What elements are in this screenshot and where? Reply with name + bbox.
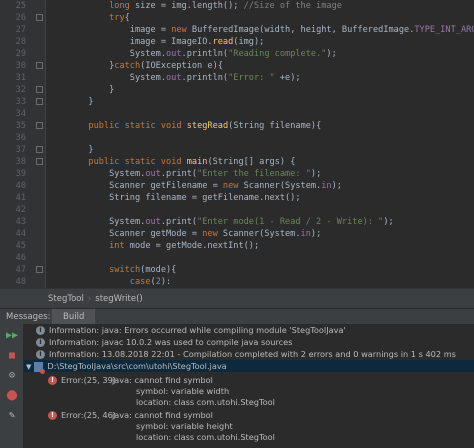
fold-marker-icon[interactable] <box>36 86 43 93</box>
error-icon: ! <box>48 376 57 385</box>
code-token: +e); <box>274 73 301 83</box>
expand-triangle-icon[interactable]: ▼ <box>26 361 31 373</box>
info-icon: i <box>36 338 45 347</box>
error-location: Error:(25, 46) <box>61 410 117 420</box>
breadcrumb-method[interactable]: stegWrite() <box>95 294 142 304</box>
code-token: .println( <box>181 73 229 83</box>
error-where: location: class com.utohi.StegTool <box>136 397 275 407</box>
fold-marker-icon[interactable] <box>36 14 43 21</box>
code-token: stegRead <box>186 121 229 131</box>
error-filter-icon[interactable]: ⬤ <box>6 390 18 402</box>
code-token: out <box>166 73 182 83</box>
code-token: //Size of the image <box>243 1 342 11</box>
error-where: location: class com.utohi.StegTool <box>136 432 275 442</box>
code-token: filename = getFilename.next(); <box>140 193 301 203</box>
java-file-error-icon <box>34 361 46 374</box>
fold-marker-icon[interactable] <box>36 98 43 105</box>
info-text: Information: 13.08.2018 22:01 - Compilat… <box>49 349 456 359</box>
code-area[interactable]: long size = img.length(); //Size of the … <box>47 0 474 288</box>
breadcrumb-class[interactable]: StegTool <box>48 294 84 304</box>
code-token: (String filename){ <box>228 121 322 131</box>
code-token: TYPE_INT_ARGB <box>414 25 474 35</box>
code-token: ); <box>331 181 342 191</box>
info-text: Information: javac 10.0.2 was used to co… <box>49 337 293 347</box>
code-token: in <box>321 181 332 191</box>
info-text: Information: java: Errors occurred while… <box>49 325 346 335</box>
rerun-icon[interactable]: ▶▶ <box>6 330 18 342</box>
code-editor[interactable]: 25 26 27 28 29 30 31 32 33 34 35 36 37 38 39 40 41 42 43 44… <box>0 0 474 288</box>
line-number: 48 <box>15 277 26 287</box>
fold-marker-icon[interactable] <box>36 62 43 69</box>
tab-build[interactable]: Build <box>52 308 96 325</box>
code-token: ): <box>160 277 172 287</box>
fold-marker-icon[interactable] <box>36 146 43 153</box>
file-path: D:\StegToolJava\src\com\utohi\StegTool.j… <box>47 361 227 371</box>
code-token: int <box>109 241 125 251</box>
messages-header: Messages: Build <box>0 308 474 325</box>
info-icon: i <box>36 326 45 335</box>
code-line[interactable]: String filename = getFilename.next(); <box>47 190 301 206</box>
code-token: "Reading complete." <box>228 49 327 59</box>
info-icon: i <box>36 350 45 359</box>
code-token: in <box>300 229 311 239</box>
messages-toolbar: ▶▶ ■ ⊝ ⬤ ✎ <box>0 324 24 448</box>
code-line[interactable]: public static void stegRead(String filen… <box>47 118 321 134</box>
code-line[interactable]: int mode = getMode.nextInt(); <box>47 238 259 254</box>
code-token: ); <box>326 49 337 59</box>
code-token: mode = getMode.nextInt(); <box>124 241 260 251</box>
fold-marker-icon[interactable] <box>36 122 43 129</box>
code-token: case <box>129 277 151 287</box>
stop-icon[interactable]: ■ <box>6 350 18 362</box>
code-token: ); <box>383 217 394 227</box>
error-location: Error:(25, 39) <box>61 375 117 385</box>
code-line[interactable]: } <box>47 94 94 110</box>
code-token: "Error: " <box>228 73 275 83</box>
line-number-gutter: 25 26 27 28 29 30 31 32 33 34 35 36 37 38 39 40 41 42 43 44… <box>0 0 46 288</box>
code-token: ); <box>310 229 322 239</box>
list-item[interactable]: i Information: javac 10.0.2 was used to c… <box>24 336 474 348</box>
code-token: } <box>47 97 94 107</box>
file-node[interactable]: ▼ D:\StegToolJava\src\com\utohi\StegTool.… <box>24 360 474 374</box>
error-icon: ! <box>48 411 57 420</box>
breadcrumb: StegTool › stegWrite() <box>0 288 474 308</box>
messages-list[interactable]: i Information: java: Errors occurred whil… <box>24 324 474 448</box>
code-token: size = img.length(); <box>129 1 244 11</box>
breadcrumb-separator-icon: › <box>87 293 92 304</box>
code-line[interactable]: case(2): <box>47 274 171 288</box>
filter-icon[interactable]: ⊝ <box>6 370 18 382</box>
messages-panel-title: Messages: <box>6 311 51 322</box>
fold-marker-icon[interactable] <box>36 266 43 273</box>
wrench-icon[interactable]: ✎ <box>6 410 18 422</box>
code-token: String <box>109 193 141 203</box>
list-item[interactable]: i Information: java: Errors occurred whil… <box>24 324 474 336</box>
fold-marker-icon[interactable] <box>36 158 43 165</box>
list-item[interactable]: i Information: 13.08.2018 22:01 - Compila… <box>24 348 474 360</box>
code-token: public static void <box>88 121 182 131</box>
